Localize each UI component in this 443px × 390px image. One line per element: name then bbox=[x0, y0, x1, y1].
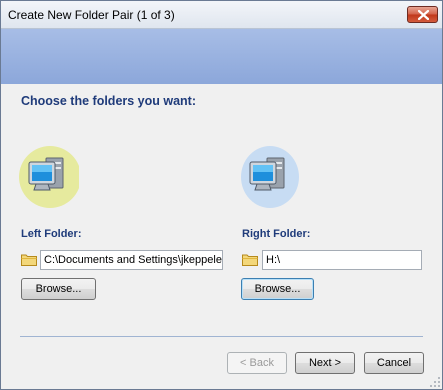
resize-grip-icon[interactable] bbox=[429, 376, 441, 388]
left-browse-button[interactable]: Browse... bbox=[21, 278, 96, 300]
window-title: Create New Folder Pair (1 of 3) bbox=[8, 8, 175, 22]
right-computer-icon bbox=[241, 146, 299, 208]
left-folder-path-input[interactable]: C:\Documents and Settings\jkeppeler bbox=[40, 250, 223, 270]
page-heading: Choose the folders you want: bbox=[21, 94, 197, 108]
left-folder-label: Left Folder: bbox=[21, 228, 82, 240]
close-button[interactable] bbox=[407, 6, 438, 23]
right-browse-button[interactable]: Browse... bbox=[241, 278, 314, 300]
left-computer-icon bbox=[19, 146, 79, 208]
footer-separator bbox=[20, 336, 423, 337]
right-folder-path-input[interactable]: H:\ bbox=[262, 250, 422, 270]
back-button[interactable]: < Back bbox=[227, 352, 287, 374]
left-folder-icon bbox=[21, 254, 37, 266]
next-button[interactable]: Next > bbox=[295, 352, 355, 374]
title-bar[interactable]: Create New Folder Pair (1 of 3) bbox=[1, 1, 442, 29]
header-banner bbox=[1, 29, 442, 84]
close-icon bbox=[418, 10, 429, 20]
right-folder-icon bbox=[242, 254, 258, 266]
right-folder-label: Right Folder: bbox=[242, 228, 311, 240]
cancel-button[interactable]: Cancel bbox=[364, 352, 424, 374]
